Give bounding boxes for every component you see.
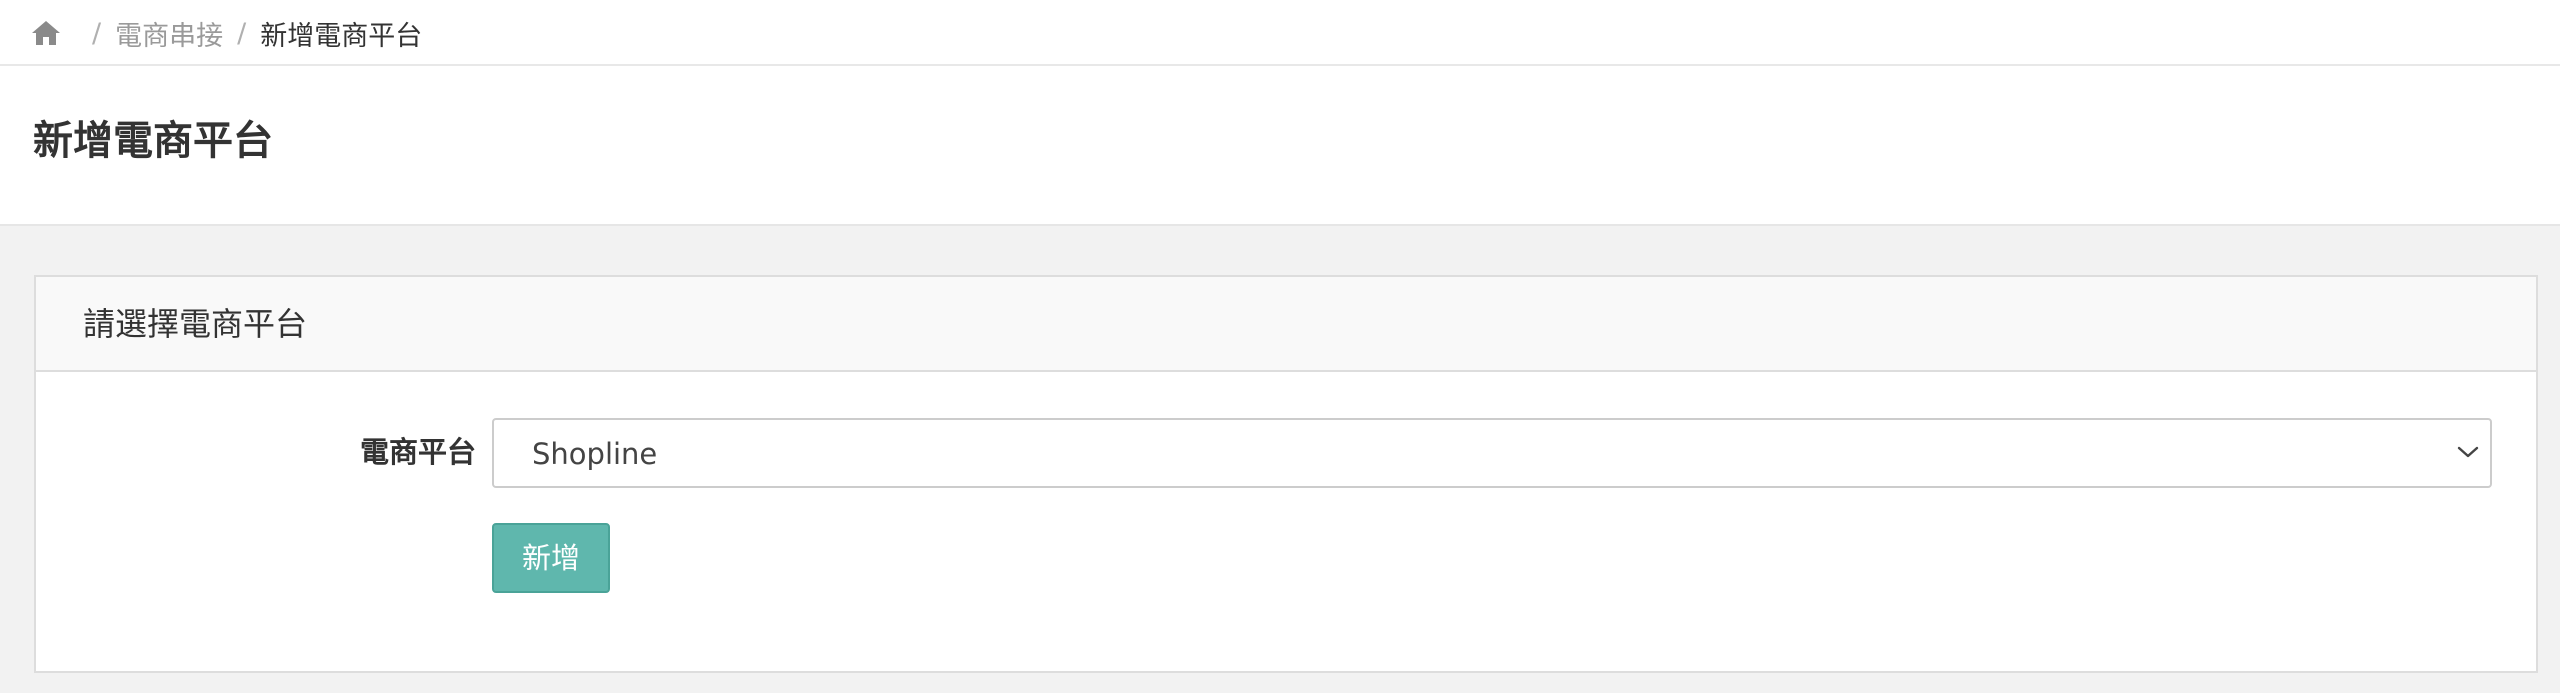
platform-select-value: Shopline bbox=[532, 437, 658, 471]
add-platform-button[interactable]: 新增 bbox=[492, 523, 610, 593]
breadcrumb-ecommerce-link[interactable]: 電商串接 bbox=[115, 14, 223, 53]
breadcrumb-separator: / bbox=[237, 17, 247, 49]
breadcrumb-current: 新增電商平台 bbox=[260, 20, 423, 52]
breadcrumb-separator: / bbox=[92, 17, 102, 49]
top-bar: / 電商串接 / 新增電商平台 bbox=[0, 0, 2560, 66]
home-icon[interactable] bbox=[30, 17, 62, 49]
breadcrumb: / 電商串接 / 新增電商平台 bbox=[30, 13, 422, 53]
chevron-down-icon bbox=[2456, 444, 2480, 460]
page-title: 新增電商平台 bbox=[33, 118, 273, 164]
platform-panel: 請選擇電商平台 電商平台 Shopline 新增 bbox=[34, 275, 2538, 673]
platform-select[interactable]: Shopline bbox=[492, 418, 2492, 488]
panel-title: 請選擇電商平台 bbox=[83, 305, 308, 343]
panel-heading: 請選擇電商平台 bbox=[36, 277, 2536, 372]
page-header: 新增電商平台 bbox=[0, 66, 2560, 226]
platform-label: 電商平台 bbox=[359, 435, 476, 469]
